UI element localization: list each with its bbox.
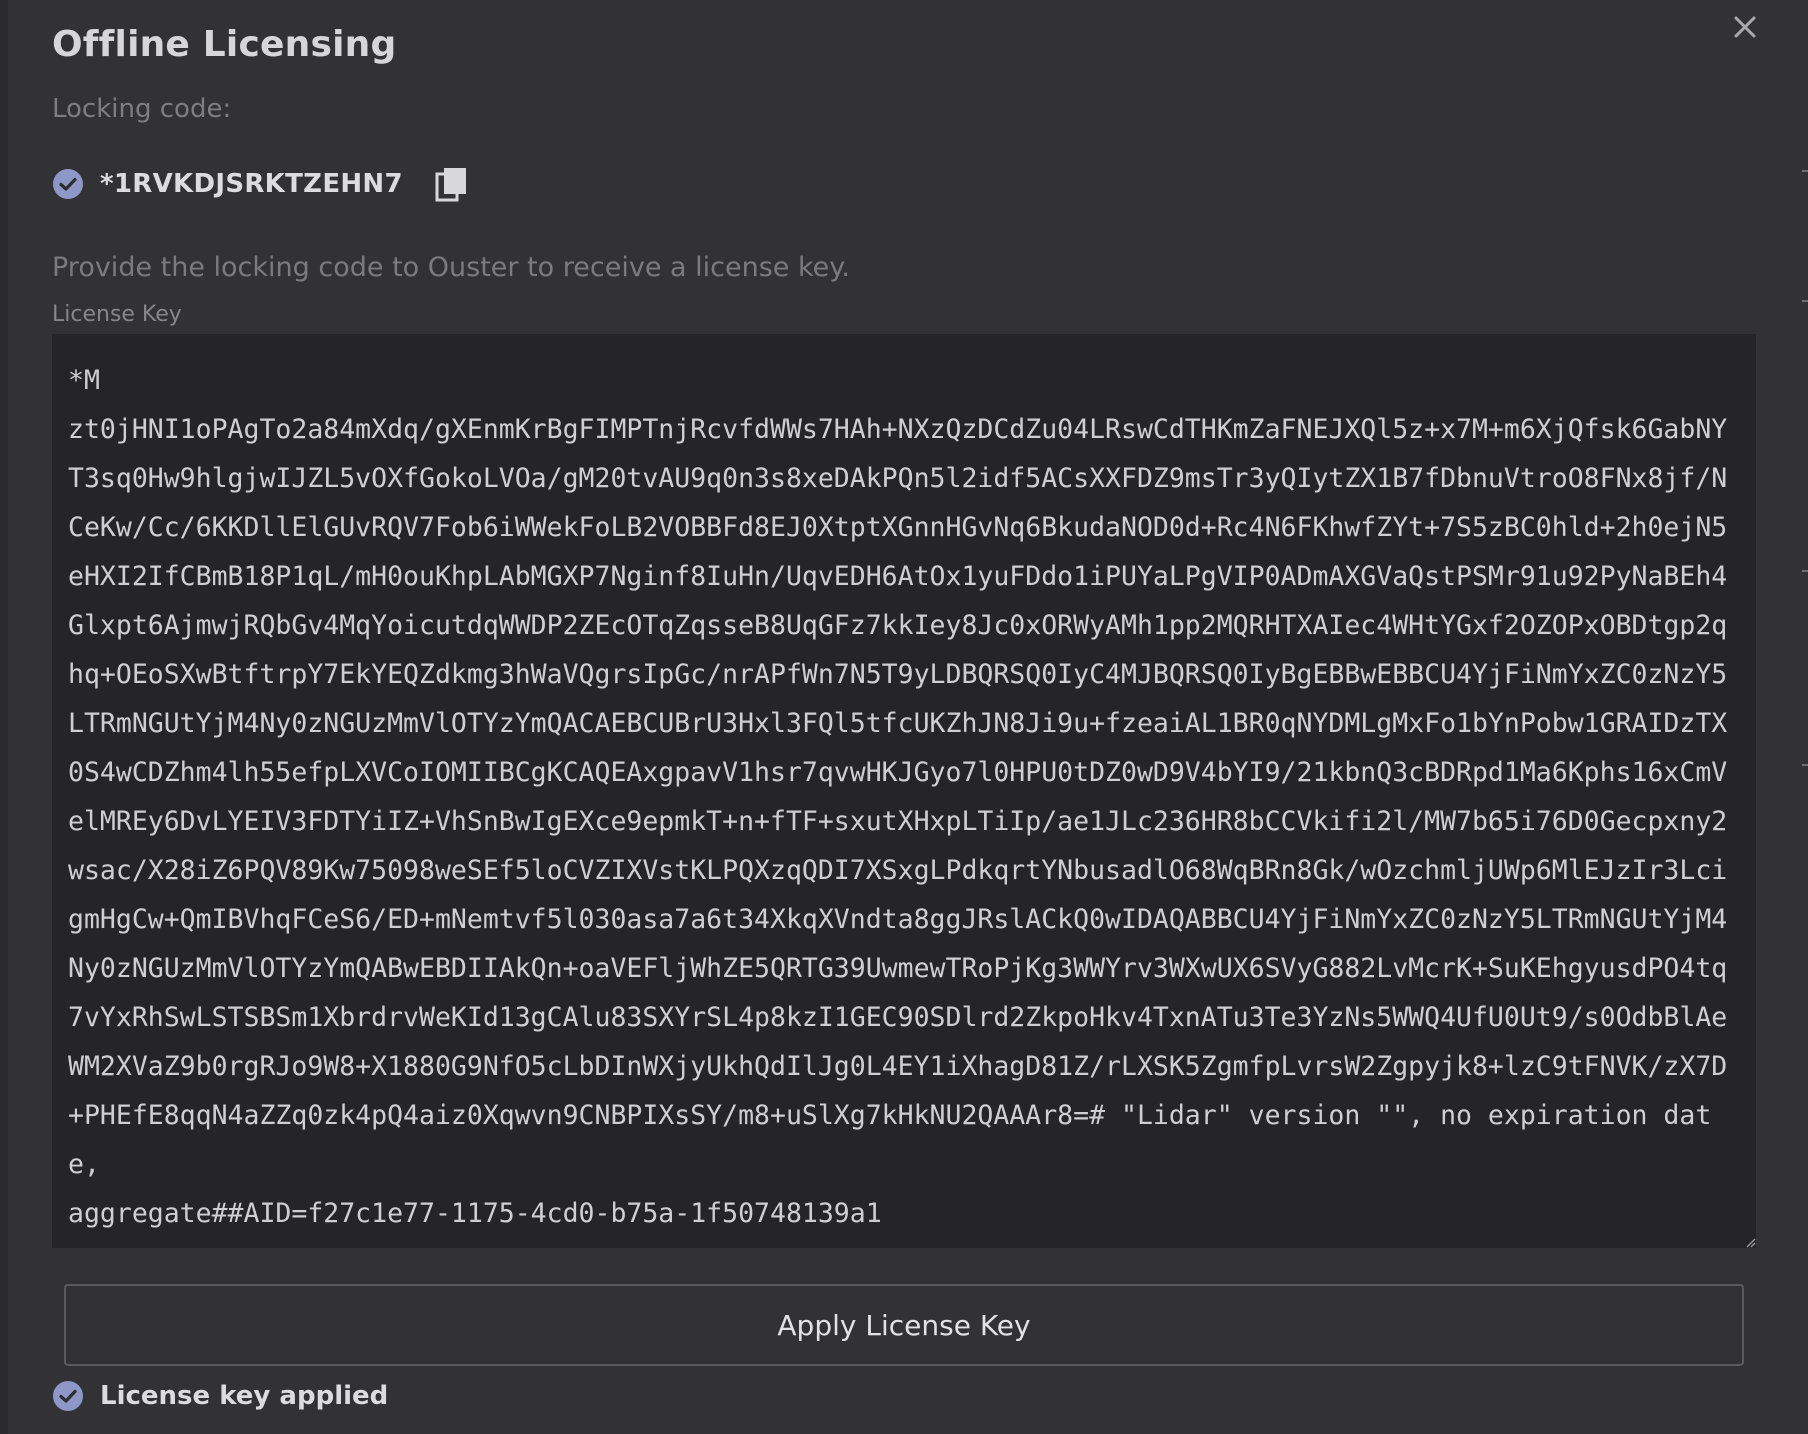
locking-code-instructions: Provide the locking code to Ouster to re… [52, 252, 850, 283]
apply-license-key-button[interactable]: Apply License Key [64, 1284, 1744, 1366]
close-button[interactable] [1724, 6, 1766, 48]
locking-code-label: Locking code: [52, 94, 232, 124]
license-status-text: License key applied [100, 1381, 389, 1411]
close-icon [1734, 16, 1756, 38]
license-key-textarea[interactable]: *M zt0jHNI1oPAgTo2a84mXdq/gXEnmKrBgFIMPT… [52, 334, 1756, 1248]
locking-code-value: *1RVKDJSRKTZEHN7 [100, 169, 403, 199]
license-status: License key applied [52, 1376, 388, 1416]
check-circle-icon [53, 1381, 83, 1411]
copy-locking-code-button[interactable] [435, 166, 469, 202]
copy-icon [435, 168, 466, 202]
edge-mark [1802, 170, 1808, 172]
offline-licensing-dialog: Offline Licensing Locking code: *1RVKDJS… [8, 0, 1808, 1434]
locking-code-row: *1RVKDJSRKTZEHN7 [52, 162, 469, 206]
edge-mark [1802, 764, 1808, 766]
dialog-title: Offline Licensing [52, 24, 397, 65]
check-circle-icon [53, 169, 83, 199]
edge-mark [1802, 300, 1808, 302]
license-key-label: License Key [52, 302, 182, 327]
textarea-resize-handle[interactable] [1744, 1236, 1756, 1248]
edge-mark [1802, 570, 1808, 572]
resize-grip-icon [1746, 1238, 1756, 1248]
